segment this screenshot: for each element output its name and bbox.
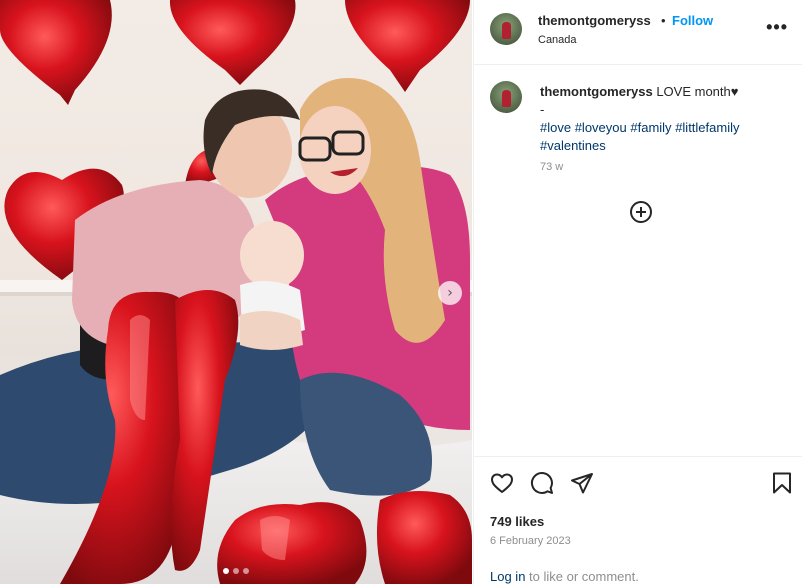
post-details-panel: themontgomeryss • Follow Canada ••• them… — [473, 0, 802, 584]
share-icon[interactable] — [570, 471, 594, 495]
carousel-dot — [223, 568, 229, 574]
carousel-dot — [233, 568, 239, 574]
caption-body: LOVE month♥ — [656, 84, 739, 99]
heart-icon[interactable] — [490, 471, 514, 495]
login-prompt: Log in to like or comment. — [490, 569, 639, 584]
hashtag-list: #love #loveyou #family #littlefamily #va… — [540, 119, 780, 155]
caption-dash: - — [540, 102, 545, 117]
next-slide-button[interactable]: › — [438, 281, 462, 305]
hashtag-link[interactable]: #family — [630, 120, 671, 135]
follow-button[interactable]: Follow — [672, 13, 713, 28]
hashtag-link[interactable]: #littlefamily — [675, 120, 739, 135]
avatar[interactable] — [490, 13, 522, 45]
comment-icon[interactable] — [530, 471, 554, 495]
caption-timestamp[interactable]: 73 w — [540, 161, 563, 173]
login-link[interactable]: Log in — [490, 569, 525, 584]
caption-username[interactable]: themontgomeryss — [540, 84, 653, 99]
post-header: themontgomeryss • Follow Canada ••• — [474, 0, 802, 65]
likes-count[interactable]: 749 likes — [490, 514, 544, 529]
more-options-icon[interactable]: ••• — [766, 18, 788, 36]
carousel-dot — [243, 568, 249, 574]
caption-text: themontgomeryss LOVE month♥ - #love #lov… — [540, 83, 780, 155]
login-prompt-text: to like or comment. — [525, 569, 639, 584]
header-separator: • — [661, 13, 666, 28]
hashtag-link[interactable]: #love — [540, 120, 571, 135]
carousel-indicator — [0, 568, 472, 574]
caption-section: themontgomeryss LOVE month♥ - #love #lov… — [474, 66, 802, 456]
hashtag-link[interactable]: #valentines — [540, 138, 606, 153]
post-date: 6 February 2023 — [490, 535, 571, 547]
post-location[interactable]: Canada — [538, 34, 577, 46]
caption-avatar[interactable] — [490, 81, 522, 113]
author-username[interactable]: themontgomeryss — [538, 13, 651, 28]
action-bar: 749 likes 6 February 2023 Log in to like… — [474, 456, 802, 584]
bookmark-icon[interactable] — [770, 471, 794, 495]
post-photo[interactable]: › — [0, 0, 472, 584]
add-circle-icon[interactable] — [629, 200, 653, 224]
post-image — [0, 0, 472, 584]
hashtag-link[interactable]: #loveyou — [575, 120, 627, 135]
